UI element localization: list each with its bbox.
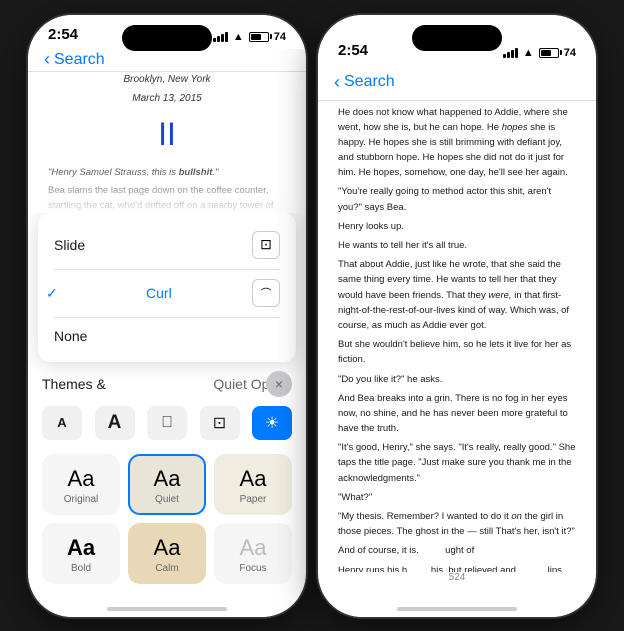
home-indicator-left (28, 598, 306, 617)
nav-bar-right: ‹ Search (318, 65, 596, 101)
book-para-0: "Henry Samuel Strauss, this is bullshit.… (48, 166, 286, 180)
slide-item-none[interactable]: None (38, 318, 296, 354)
theme-quiet-aa: Aa (154, 466, 181, 492)
slide-panel: Slide ⊡ Curl ⌒ None (38, 213, 296, 362)
battery-icon-left (249, 32, 269, 42)
right-para-6: "Do you like it?" he asks. (338, 372, 576, 387)
book-date: March 13, 2015 (48, 91, 286, 106)
theme-bold[interactable]: Aa Bold (42, 523, 120, 584)
left-phone: 2:54 ▲ 74 ‹ (28, 15, 306, 617)
signal-icon (213, 32, 228, 42)
right-para-5: But she wouldn't believe him, so he lets… (338, 337, 576, 367)
theme-paper-name: Paper (240, 494, 267, 505)
right-para-0: He does not know what happened to Addie,… (338, 105, 576, 181)
home-bar-left (107, 607, 227, 611)
theme-calm-name: Calm (155, 563, 178, 574)
theme-paper-aa: Aa (240, 466, 267, 492)
theme-bold-name: Bold (71, 563, 91, 574)
home-bar-right (397, 607, 517, 611)
book-content-left: Brooklyn, New York March 13, 2015 II "He… (28, 72, 306, 213)
right-phone: 2:54 ▲ 74 ‹ (318, 15, 596, 617)
right-book-content: He does not know what happened to Addie,… (318, 101, 596, 572)
nav-bar-left: ‹ Search (28, 49, 306, 72)
theme-focus-name: Focus (239, 563, 266, 574)
theme-calm-aa: Aa (154, 535, 181, 561)
theme-calm[interactable]: Aa Calm (128, 523, 206, 584)
right-para-12: Henry runs his h his, but relieved and l… (338, 563, 576, 572)
battery-pct-right: 74 (564, 47, 576, 59)
font-type-icon-2[interactable]: ⊡ (200, 406, 240, 440)
status-icons-right: ▲ 74 (503, 47, 576, 59)
time-left: 2:54 (48, 26, 78, 43)
theme-grid: Aa Original Aa Quiet Aa Paper Aa Bold Aa (28, 446, 306, 598)
theme-paper[interactable]: Aa Paper (214, 454, 292, 515)
brightness-icon[interactable]: ☀ (252, 406, 292, 440)
right-para-11: And of course, it is. ught of (338, 543, 576, 558)
book-chapter: II (48, 110, 286, 158)
book-para-1: Bea slams the last page down on the coff… (48, 184, 286, 212)
time-right: 2:54 (338, 42, 368, 59)
theme-original[interactable]: Aa Original (42, 454, 120, 515)
theme-bold-aa: Aa (67, 535, 95, 561)
theme-quiet-name: Quiet (155, 494, 179, 505)
font-controls: A A ⎕ ⊡ ☀ (28, 400, 306, 446)
dynamic-island-right (412, 25, 502, 51)
slide-label: Slide (54, 237, 85, 253)
curl-label: Curl (146, 285, 172, 301)
right-para-4: That about Addie, just like he wrote, th… (338, 257, 576, 333)
dynamic-island (122, 25, 212, 51)
theme-original-name: Original (64, 494, 98, 505)
right-para-7: And Bea breaks into a grin. There is no … (338, 391, 576, 437)
signal-icon-right (503, 48, 518, 58)
close-button[interactable]: × (266, 371, 292, 397)
right-para-2: Henry looks up. (338, 219, 576, 234)
home-indicator-right (318, 591, 596, 617)
back-button-right[interactable]: ‹ Search (334, 72, 395, 93)
slide-item-curl[interactable]: Curl ⌒ (38, 269, 296, 317)
status-icons-left: ▲ 74 (213, 31, 286, 43)
right-para-3: He wants to tell her it's all true. (338, 238, 576, 253)
none-label: None (54, 328, 87, 344)
themes-bar: Themes & Quiet Option × (28, 368, 306, 400)
page-number: 524 (318, 572, 596, 591)
font-large-btn[interactable]: A (95, 406, 135, 440)
back-label-right: Search (344, 73, 395, 91)
back-button-left[interactable]: ‹ Search (44, 49, 105, 70)
right-para-8: "It's good, Henry," she says. "It's real… (338, 440, 576, 486)
theme-focus[interactable]: Aa Focus (214, 523, 292, 584)
wifi-icon: ▲ (233, 31, 244, 43)
book-location: Brooklyn, New York (48, 72, 286, 87)
curl-icon: ⌒ (252, 279, 280, 307)
font-type-icon-1[interactable]: ⎕ (147, 406, 187, 440)
right-para-1: "You're really going to method actor thi… (338, 184, 576, 214)
battery-icon-right (539, 48, 559, 58)
theme-focus-aa: Aa (240, 535, 267, 561)
right-para-10: "My thesis. Remember? I wanted to do it … (338, 509, 576, 539)
theme-quiet[interactable]: Aa Quiet (128, 454, 206, 515)
slide-icon: ⊡ (252, 231, 280, 259)
right-para-9: "What?" (338, 490, 576, 505)
slide-item-slide[interactable]: Slide ⊡ (38, 221, 296, 269)
back-label-left: Search (54, 51, 105, 69)
font-small-btn[interactable]: A (42, 406, 82, 440)
theme-original-aa: Aa (68, 466, 95, 492)
back-chevron-left: ‹ (44, 49, 50, 70)
back-chevron-right: ‹ (334, 72, 340, 93)
themes-label: Themes & (42, 376, 106, 392)
battery-pct-left: 74 (274, 31, 286, 43)
wifi-icon-right: ▲ (523, 47, 534, 59)
